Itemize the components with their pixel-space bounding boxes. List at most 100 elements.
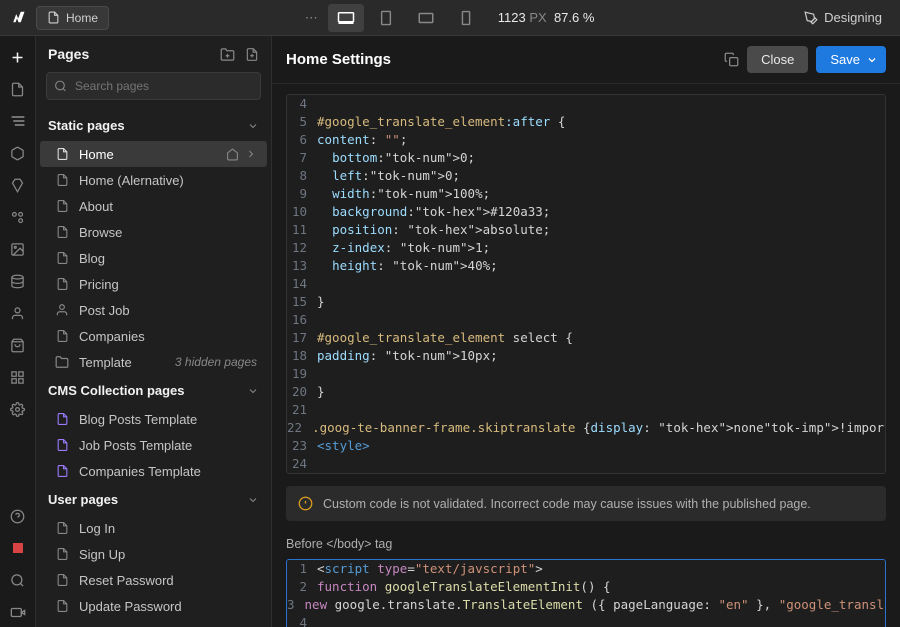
viewport-mobile-icon[interactable] [448,4,484,32]
page-icon [54,276,70,292]
rail-cms-icon[interactable] [3,266,33,296]
designing-mode-button[interactable]: Designing [794,10,892,25]
page-label: Home (Alernative) [79,173,257,188]
rail-settings-icon[interactable] [3,394,33,424]
new-folder-icon[interactable] [220,47,235,62]
webflow-logo-icon[interactable] [8,8,28,28]
body-code-editor[interactable]: 1<script type="text/javscript">2function… [286,559,886,627]
content-panel: Home Settings Close Save 45#google_trans… [272,36,900,627]
viewport-tablet-icon[interactable] [368,4,404,32]
viewport-landscape-icon[interactable] [408,4,444,32]
page-icon [54,146,70,162]
page-icon [54,172,70,188]
sidebar-title: Pages [48,46,89,62]
page-icon [54,463,70,479]
page-icon [54,546,70,562]
page-icon [54,328,70,344]
rail-apps-icon[interactable] [3,362,33,392]
canvas-width-value: 1123 PX 87.6 % [488,10,605,25]
rail-help-icon[interactable] [3,501,33,531]
section-static-header[interactable]: Static pages [36,110,271,141]
warning-icon [298,496,313,511]
page-breadcrumb[interactable]: Home [36,6,109,30]
page-label: Post Job [79,303,257,318]
page-item[interactable]: Reset Password [40,567,267,593]
page-icon [54,520,70,536]
page-icon [54,198,70,214]
hidden-pages-badge: 3 hidden pages [175,355,257,369]
page-label: Home [79,147,217,162]
page-icon [54,250,70,266]
page-icon [54,224,70,240]
page-item[interactable]: Update Password [40,593,267,619]
page-label: Update Password [79,599,257,614]
rail-add-icon[interactable] [3,42,33,72]
rail-page-icon[interactable] [3,74,33,104]
page-item[interactable]: Companies [40,323,267,349]
page-icon [54,598,70,614]
page-label: Log In [79,521,257,536]
page-icon [54,572,70,588]
save-button[interactable]: Save [816,46,886,73]
page-icon [54,437,70,453]
page-icon [54,302,70,318]
page-item[interactable]: Pricing [40,271,267,297]
home-icon [226,148,239,161]
page-label: Browse [79,225,257,240]
code-warning: Custom code is not validated. Incorrect … [286,486,886,521]
section-cms-header[interactable]: CMS Collection pages [36,375,271,406]
search-input[interactable] [46,72,261,100]
rail-variables-icon[interactable] [3,170,33,200]
page-item[interactable]: Companies Template [40,458,267,484]
page-icon [54,411,70,427]
copy-icon[interactable] [724,52,739,67]
rail-search-icon[interactable] [3,565,33,595]
section-user-header[interactable]: User pages [36,484,271,515]
chevron-down-icon [247,494,259,506]
page-icon [54,354,70,370]
chevron-down-icon [866,54,878,66]
rail-video-icon[interactable] [3,597,33,627]
chevron-down-icon [247,120,259,132]
left-rail [0,36,36,627]
page-label: Companies Template [79,464,257,479]
section-title: User pages [48,492,118,507]
page-label: Blog [79,251,257,266]
page-label: Blog Posts Template [79,412,257,427]
chevron-down-icon [247,385,259,397]
rail-styles-icon[interactable] [3,202,33,232]
rail-ecommerce-icon[interactable] [3,330,33,360]
before-body-label: Before </body> tag [272,535,900,559]
page-item[interactable]: Home (Alernative) [40,167,267,193]
page-item[interactable]: About [40,193,267,219]
page-label: Pricing [79,277,257,292]
close-button[interactable]: Close [747,46,808,73]
designing-label: Designing [824,10,882,25]
page-item[interactable]: Template3 hidden pages [40,349,267,375]
rail-record-icon[interactable] [3,533,33,563]
page-label: Reset Password [79,573,257,588]
section-title: Static pages [48,118,125,133]
head-code-editor[interactable]: 45#google_translate_element:after {6cont… [286,94,886,474]
viewport-desktop-icon[interactable] [328,4,364,32]
page-label: About [79,199,257,214]
page-item[interactable]: Log In [40,515,267,541]
page-item[interactable]: Sign Up [40,541,267,567]
rail-navigator-icon[interactable] [3,106,33,136]
page-item[interactable]: Job Posts Template [40,432,267,458]
topbar-ellipsis[interactable]: ⋯ [299,10,324,26]
page-item[interactable]: Browse [40,219,267,245]
rail-assets-icon[interactable] [3,234,33,264]
page-label: Job Posts Template [79,438,257,453]
warning-text: Custom code is not validated. Incorrect … [323,497,811,511]
page-label: Sign Up [79,547,257,562]
section-title: CMS Collection pages [48,383,185,398]
rail-components-icon[interactable] [3,138,33,168]
chevron-right-icon [245,148,257,161]
page-item[interactable]: Blog [40,245,267,271]
page-item[interactable]: Home [40,141,267,167]
page-item[interactable]: Blog Posts Template [40,406,267,432]
rail-users-icon[interactable] [3,298,33,328]
new-page-icon[interactable] [245,47,259,62]
page-item[interactable]: Post Job [40,297,267,323]
